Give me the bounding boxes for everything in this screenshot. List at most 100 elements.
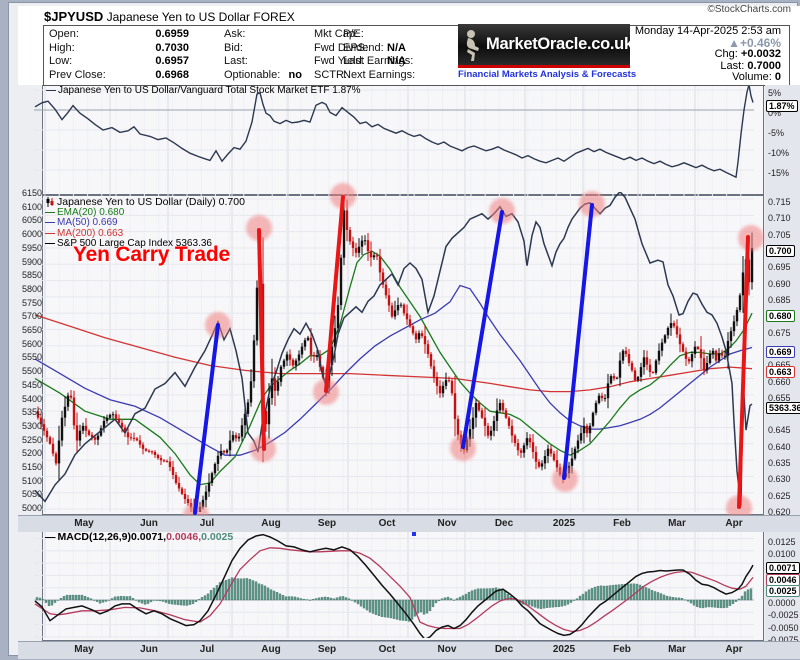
left-axis-tick-label: 5150: [21, 462, 42, 472]
month-label: May: [74, 518, 94, 529]
ratio-line-swatch: —: [46, 85, 56, 96]
axis-tick-label: 0.635: [768, 458, 791, 469]
left-axis-tick-label: 5500: [21, 366, 42, 377]
axis-current-value-box: 1.87%: [766, 99, 798, 112]
legend-label: Japanese Yen to US Dollar (Daily) 0.700: [57, 196, 245, 208]
axis-tick-label: -5%: [768, 128, 785, 138]
month-label: Jun: [140, 644, 158, 655]
quote-label: Low:: [49, 55, 73, 67]
quote-row: Prev Close: 0.6968: [49, 69, 189, 83]
month-label: Mar: [668, 518, 686, 529]
legend-row: — MA(50) 0.669: [45, 217, 245, 229]
axis-tick-label: 0.645: [768, 425, 791, 436]
quote-row: Optionable: no: [224, 69, 302, 83]
symbol: $JPYUSD: [44, 9, 104, 24]
left-axis-tick-label: 5050: [21, 489, 42, 500]
quote-value: 0.7030: [155, 41, 189, 54]
quote-row: EPS:: [343, 42, 453, 56]
axis-tick-label: -15%: [768, 168, 790, 178]
quote-column-earnings: P/E: EPS: Last Earnings: Next Earnings:: [343, 28, 453, 82]
symbol-name: Japanese Yen to US Dollar: [106, 10, 251, 24]
symbol-exchange: FOREX: [253, 10, 295, 24]
month-label: Jul: [199, 518, 215, 529]
left-axis-tick-label: 5100: [21, 475, 42, 486]
candlestick-icon: [46, 197, 54, 208]
axis-tick-label: 0.660: [768, 376, 791, 387]
month-label: Feb: [613, 644, 631, 655]
left-axis-tick-label: 5350: [21, 407, 42, 418]
month-label: Apr: [725, 644, 743, 655]
quote-value: no: [288, 68, 302, 81]
month-label: Dec: [494, 644, 514, 655]
macd-legend-value: 0.0025: [201, 531, 234, 543]
left-axis-tick-label: 5950: [21, 242, 42, 253]
axis-tick-label: 0.705: [768, 229, 791, 240]
quote-label: Last Earnings:: [343, 55, 414, 67]
axis-current-value-box: 5363.36: [766, 401, 800, 414]
status-block: Monday 14-Apr-2025 2:53 am ▲+0.46% Chg: …: [635, 25, 781, 84]
macd-legend-label: MACD(12,26,9): [57, 531, 132, 543]
left-axis-tick-label: 5850: [21, 270, 42, 281]
quote-row: High: 0.7030: [49, 42, 189, 56]
axis-tick-label: 5%: [768, 88, 782, 98]
ratio-legend-label: Japanese Yen to US Dollar/Vanguard Total…: [58, 85, 361, 96]
axis-tick-label: 0.0000: [768, 598, 796, 608]
quote-label: Open:: [49, 28, 79, 40]
reading-figure-icon: [466, 29, 479, 61]
quote-label: Ask:: [224, 28, 246, 40]
macd-legend-value: 0.0071,: [131, 531, 167, 543]
axis-current-value-box: 0.680: [766, 310, 795, 323]
date-axis-middle: May Jun Jul Aug Sep Oct Nov Dec 2025 Feb Mar Apr: [18, 515, 800, 532]
quote-row: P/E:: [343, 28, 453, 42]
quote-column-prices: Open: 0.6959 High: 0.7030 Low: 0.6957 Prev Clo…: [49, 28, 189, 82]
marketoracle-logo[interactable]: MarketOracle.co.uk: [458, 24, 633, 68]
left-axis-tick-label: 5250: [21, 434, 42, 445]
axis-tick-label: 0.640: [768, 441, 791, 452]
quote-box: Open: 0.6959 High: 0.7030 Low: 0.6957 Prev Clo…: [43, 24, 790, 86]
axis-tick-label: 0.710: [768, 213, 791, 224]
quote-header: $JPYUSD Japanese Yen to US Dollar FOREX …: [18, 6, 800, 86]
month-label: Dec: [494, 518, 514, 529]
main-left-axis: 6150 6100 6050 6000 5950 5900 5850 5800 5750 5700…: [18, 188, 42, 515]
axis-tick-label: -0.0025: [768, 610, 799, 621]
month-label: Aug: [261, 644, 281, 655]
month-label: Jul: [199, 644, 215, 655]
quote-label: P/E:: [343, 28, 364, 40]
legend-swatch: —: [45, 217, 55, 228]
left-axis-tick-label: 5750: [21, 297, 42, 308]
quote-label: Bid:: [224, 41, 243, 54]
month-label: Feb: [613, 518, 631, 529]
axis-current-value-box: 0.700: [766, 244, 795, 257]
axis-current-value-box: 0.0071: [766, 562, 800, 575]
month-label: Sep: [317, 518, 337, 529]
month-label: Jun: [140, 518, 158, 529]
axis-current-value-box: 0.0025: [766, 584, 800, 597]
legend-swatch: —: [45, 531, 56, 543]
left-axis-tick-label: 5900: [21, 256, 42, 267]
month-label: May: [74, 644, 94, 655]
month-label: 2025: [552, 518, 576, 529]
axis-tick-label: -0.0050: [768, 622, 799, 633]
left-axis-tick-label: 5450: [21, 379, 42, 390]
month-label: Aug: [261, 518, 281, 529]
axis-tick-label: -10%: [768, 148, 790, 158]
page: { "page": {"copyright": "©StockCharts.co…: [0, 0, 800, 660]
quote-row: Bid:: [224, 42, 302, 56]
left-axis-tick-label: 5550: [21, 352, 42, 363]
yen-carry-trade-annotation: Yen Carry Trade: [73, 243, 230, 266]
date-axis-bottom: May Jun Jul Aug Sep Oct Nov Dec 2025 Feb Mar Apr: [18, 641, 800, 659]
main-legend: Japanese Yen to US Dollar (Daily) 0.700—…: [45, 197, 245, 250]
axis-tick-label: 0.685: [768, 294, 791, 305]
month-label: Oct: [378, 518, 396, 529]
month-label: Oct: [378, 644, 396, 655]
quote-row: Open: 0.6959: [49, 28, 189, 42]
main-right-axis: 0.7150.7100.7050.6950.6900.6850.6750.665…: [765, 195, 800, 517]
axis-current-value-box: 0.663: [766, 365, 795, 378]
quote-row: Next Earnings:: [343, 69, 453, 83]
quote-value: 0.6959: [155, 28, 189, 40]
month-label: 2025: [552, 644, 576, 655]
ratio-panel-plot: [42, 85, 764, 195]
quote-value: 0.6957: [155, 55, 189, 67]
axis-tick-label: 0.0100: [768, 548, 796, 559]
left-axis-tick-label: 6100: [21, 201, 42, 212]
